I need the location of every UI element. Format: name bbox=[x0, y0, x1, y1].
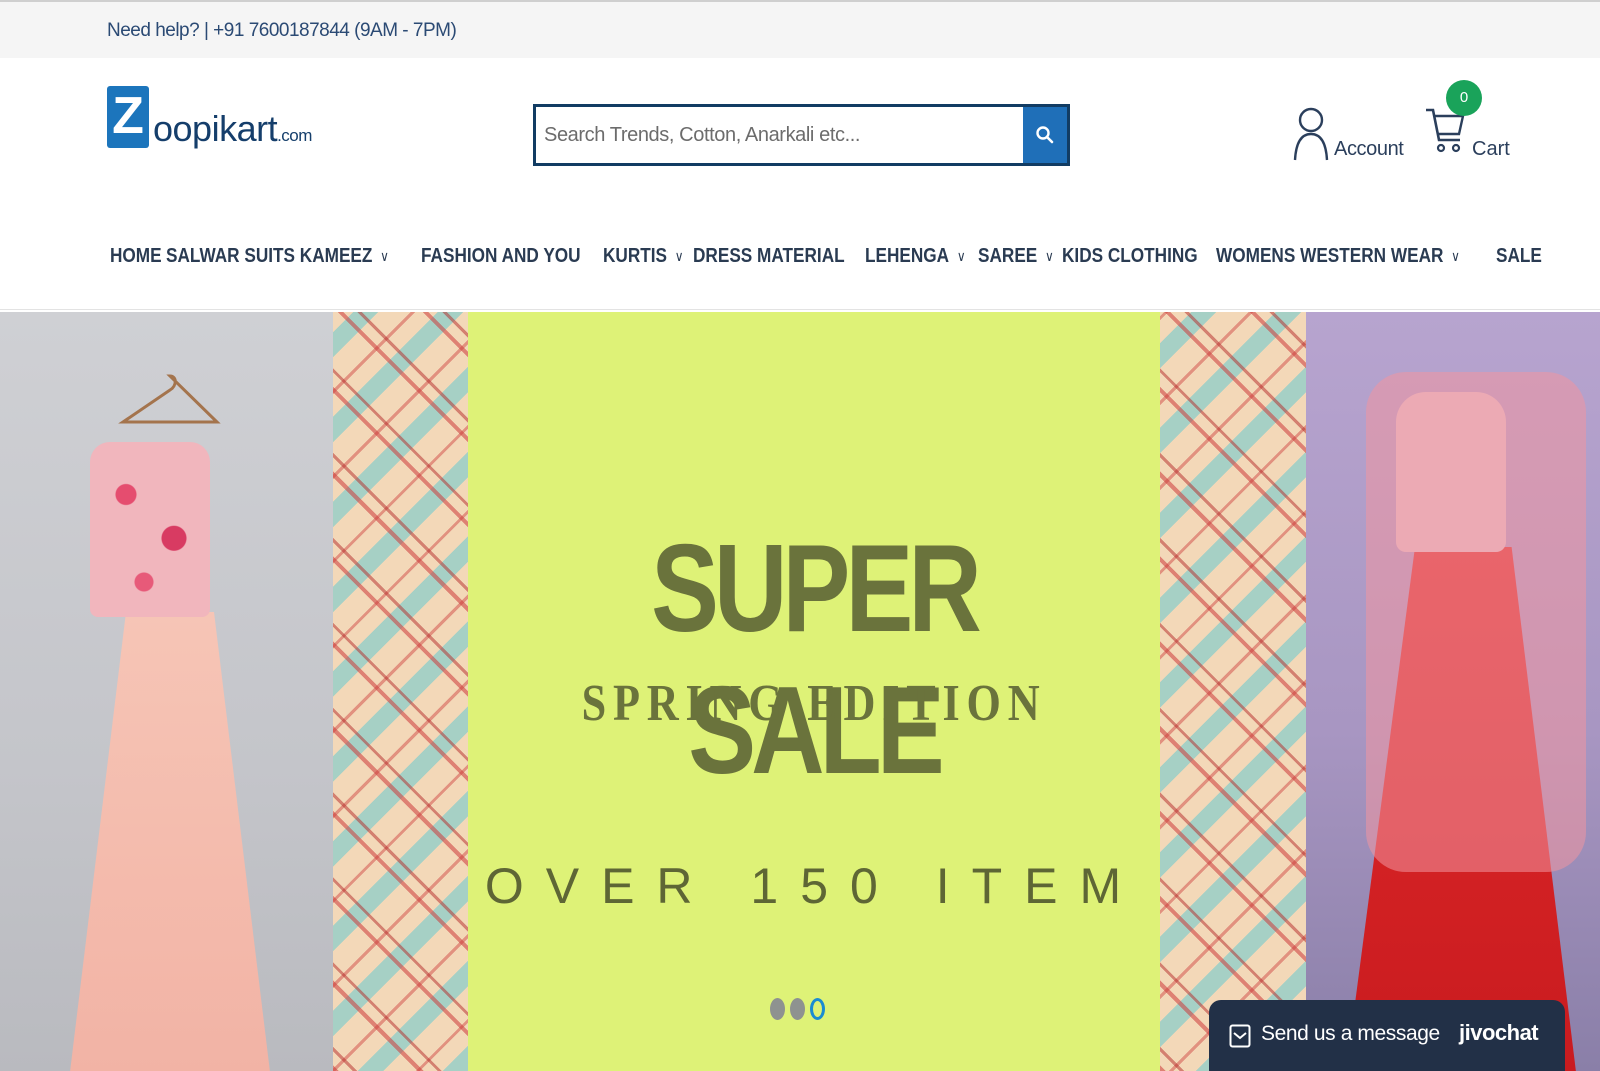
jivochat-logo: jivochat bbox=[1459, 1020, 1539, 1045]
slider-dot-3[interactable] bbox=[810, 998, 825, 1020]
hanger-image bbox=[118, 374, 221, 424]
promo-panel: SUPER SALE SPRING EDITION OVER 150 ITEM bbox=[468, 312, 1160, 1071]
nav-item-kurtis[interactable]: KURTIS ∨ bbox=[603, 245, 684, 268]
nav-item-fashion-and-you[interactable]: FASHION AND YOU bbox=[421, 245, 581, 268]
user-icon bbox=[1293, 107, 1329, 161]
chat-widget[interactable]: Send us a message jivochat bbox=[1209, 1000, 1565, 1071]
nav-item-lehenga[interactable]: LEHENGA ∨ bbox=[865, 245, 966, 268]
promo-subtitle: SPRING EDITION bbox=[581, 675, 1047, 732]
nav-item-saree[interactable]: SAREE ∨ bbox=[978, 245, 1054, 268]
search-input[interactable] bbox=[536, 107, 1018, 163]
nav-item-kids-clothing[interactable]: KIDS CLOTHING bbox=[1062, 245, 1198, 268]
chevron-down-icon: ∨ bbox=[380, 247, 389, 264]
chat-label: Send us a message bbox=[1261, 1022, 1440, 1045]
account-link[interactable]: Account bbox=[1292, 106, 1404, 166]
promo-title: SUPER SALE bbox=[651, 520, 982, 800]
plaid-pattern-right bbox=[1160, 312, 1306, 1071]
search-icon bbox=[1036, 126, 1054, 144]
help-contact-text: Need help? | +91 7600187844 (9AM - 7PM) bbox=[107, 20, 457, 41]
nav-item-womens-western-wear[interactable]: WOMENS WESTERN WEAR ∨ bbox=[1216, 245, 1460, 268]
nav-item-home[interactable]: HOME bbox=[110, 245, 162, 268]
cart-count-badge: 0 bbox=[1446, 80, 1482, 116]
promo-item-count: OVER 150 ITEM bbox=[484, 858, 1144, 914]
logo-mark: Z bbox=[107, 86, 149, 148]
search-button[interactable] bbox=[1023, 107, 1067, 163]
nav-item-sale[interactable]: SALE bbox=[1496, 245, 1542, 268]
site-header: Z oopikart.com Account 0 Cart H bbox=[0, 58, 1600, 310]
slider-dots bbox=[770, 998, 825, 1020]
logo-name: oopikart bbox=[153, 108, 278, 149]
cart-label: Cart bbox=[1472, 138, 1510, 160]
plaid-pattern-left bbox=[333, 312, 468, 1071]
chevron-down-icon: ∨ bbox=[1044, 247, 1054, 264]
chevron-down-icon: ∨ bbox=[674, 247, 684, 264]
hero-banner-slider[interactable]: SUPER SALE SPRING EDITION OVER 150 ITEM bbox=[0, 312, 1600, 1071]
hero-image-right bbox=[1306, 312, 1600, 1071]
top-help-bar: Need help? | +91 7600187844 (9AM - 7PM) bbox=[0, 0, 1600, 58]
slider-dot-1[interactable] bbox=[770, 998, 785, 1020]
chevron-down-icon: ∨ bbox=[1451, 247, 1460, 264]
zoopikart-logo[interactable]: Z oopikart.com bbox=[107, 86, 327, 156]
dress-skirt-image bbox=[70, 612, 270, 1071]
model-top-image bbox=[1396, 392, 1506, 552]
account-label: Account bbox=[1334, 138, 1404, 160]
logo-wordmark: oopikart.com bbox=[153, 108, 312, 150]
nav-item-salwar-suits-kameez[interactable]: SALWAR SUITS KAMEEZ ∨ bbox=[166, 245, 389, 268]
hero-image-left bbox=[0, 312, 333, 1071]
dress-top-image bbox=[90, 442, 210, 617]
chevron-down-icon: ∨ bbox=[956, 247, 966, 264]
message-icon bbox=[1229, 1024, 1251, 1048]
nav-item-dress-material[interactable]: DRESS MATERIAL bbox=[693, 245, 845, 268]
search-bar bbox=[533, 104, 1070, 166]
main-nav: HOME SALWAR SUITS KAMEEZ ∨ FASHION AND YO… bbox=[110, 236, 1545, 276]
logo-tld: .com bbox=[277, 126, 312, 145]
cart-link[interactable]: 0 Cart bbox=[1424, 78, 1524, 168]
slider-dot-2[interactable] bbox=[790, 998, 805, 1020]
